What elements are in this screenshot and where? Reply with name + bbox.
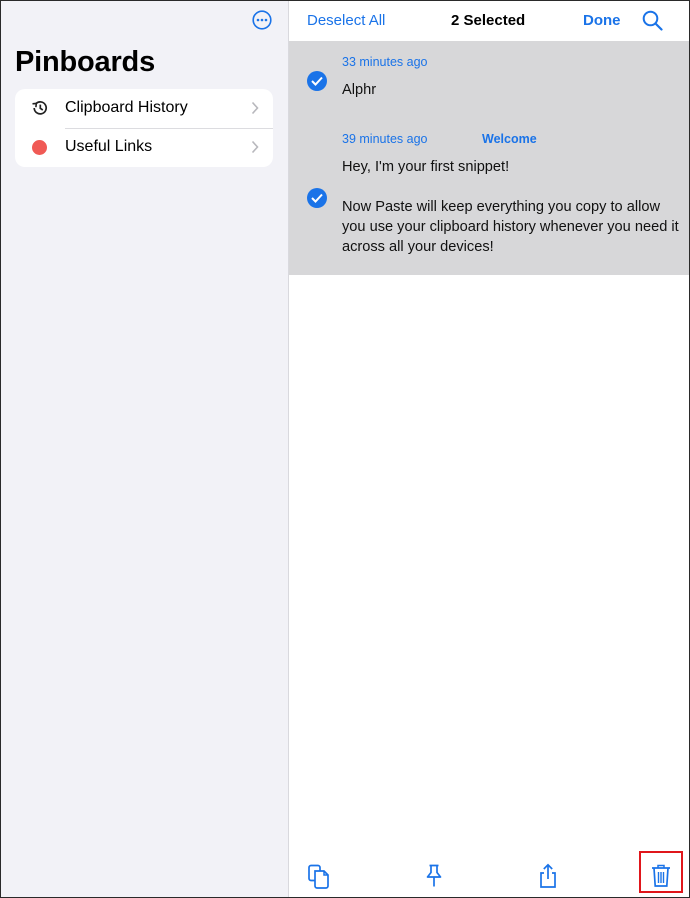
- share-icon[interactable]: [536, 863, 560, 889]
- ellipsis-circle-icon[interactable]: [252, 10, 272, 30]
- clip-pinboard-tag: Welcome: [482, 132, 537, 146]
- pinboard-item-clipboard-history[interactable]: Clipboard History: [15, 89, 273, 129]
- pinboard-item-label: Useful Links: [65, 138, 153, 155]
- chevron-right-icon: [251, 101, 259, 115]
- clip-timestamp: 33 minutes ago: [342, 55, 428, 69]
- history-icon: [31, 99, 49, 117]
- clip-item[interactable]: 39 minutes ago Welcome Hey, I'm your fir…: [289, 119, 689, 275]
- copy-icon[interactable]: [307, 863, 331, 889]
- pinboard-item-label: Clipboard History: [65, 99, 188, 116]
- red-dot-icon: [32, 140, 47, 155]
- checkmark-icon[interactable]: [307, 188, 327, 208]
- trash-highlight-box: [639, 851, 683, 893]
- app-window: Pinboards Clipboard History Useful Links…: [0, 0, 690, 898]
- top-bar: Deselect All 2 Selected Done: [289, 1, 689, 41]
- checkmark-icon[interactable]: [307, 71, 327, 91]
- clip-text: Alphr: [342, 82, 377, 98]
- selected-clips-area: 33 minutes ago Alphr 39 minutes ago Welc…: [289, 41, 689, 275]
- pinboard-item-useful-links[interactable]: Useful Links: [15, 128, 273, 167]
- deselect-all-button[interactable]: Deselect All: [307, 12, 385, 29]
- search-icon[interactable]: [642, 10, 663, 31]
- pin-icon[interactable]: [422, 863, 446, 889]
- sidebar: Pinboards Clipboard History Useful Links: [1, 1, 289, 897]
- clip-list-pane: Deselect All 2 Selected Done 33 minutes …: [289, 1, 689, 897]
- pinboard-list: Clipboard History Useful Links: [15, 89, 273, 167]
- sidebar-title: Pinboards: [15, 46, 155, 78]
- done-button[interactable]: Done: [583, 12, 621, 29]
- selection-count: 2 Selected: [451, 12, 526, 29]
- chevron-right-icon: [251, 140, 259, 154]
- clip-timestamp: 39 minutes ago: [342, 132, 428, 146]
- clip-text: Hey, I'm your first snippet! Now Paste w…: [342, 159, 679, 255]
- clip-item[interactable]: 33 minutes ago Alphr: [289, 41, 689, 119]
